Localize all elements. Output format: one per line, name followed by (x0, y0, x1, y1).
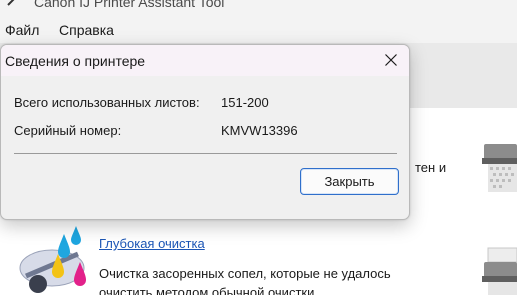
dialog-body: Всего использованных листов: 151-200 Сер… (1, 76, 409, 219)
deep-cleaning-description-line2: очистить методом обычной очистки (99, 285, 315, 295)
sheets-used-label: Всего использованных листов: (14, 95, 200, 110)
menu-help[interactable]: Справка (59, 22, 114, 38)
printer-icon (482, 247, 517, 295)
deep-cleaning-description: Очистка засоренных сопел, которые не уда… (99, 266, 391, 281)
ink-cartridge-icon (19, 226, 86, 293)
close-icon[interactable] (377, 47, 405, 73)
app-titlebar: Canon IJ Printer Assistant Tool (0, 0, 517, 18)
divider (14, 153, 397, 154)
serial-number-label: Серийный номер: (14, 123, 122, 138)
menu-bar: Файл Справка (0, 18, 517, 43)
maintenance-item-text-partial: тен и (415, 160, 447, 175)
dialog-titlebar: Сведения о принтере (1, 45, 409, 76)
app-title: Canon IJ Printer Assistant Tool (34, 0, 225, 10)
printer-info-dialog: Сведения о принтере Всего использованных… (0, 44, 410, 220)
deep-cleaning-link[interactable]: Глубокая очистка (99, 236, 205, 251)
dialog-title: Сведения о принтере (5, 53, 146, 69)
close-button[interactable]: Закрыть (300, 168, 399, 195)
menu-file[interactable]: Файл (5, 22, 39, 38)
serial-number-value: KMVW13396 (221, 123, 298, 138)
sheets-used-value: 151-200 (221, 95, 269, 110)
printer-icon (482, 144, 517, 192)
app-tool-icon (7, 0, 15, 6)
